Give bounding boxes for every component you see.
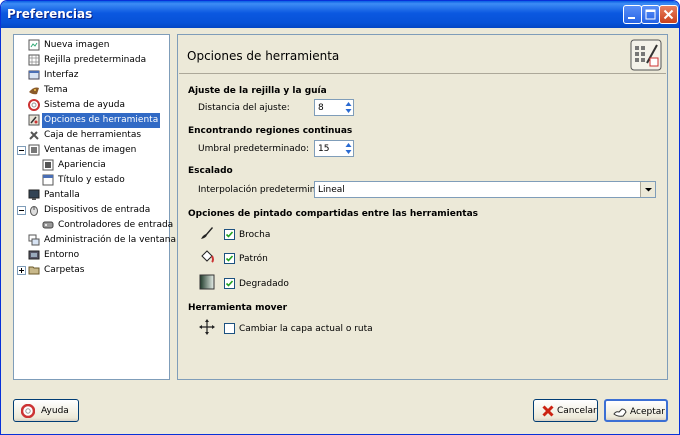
tree-item-label: Sistema de ayuda <box>44 100 125 110</box>
close-icon <box>663 9 674 20</box>
help-button[interactable]: Ayuda <box>13 399 79 422</box>
help-button-label: Ayuda <box>41 406 69 416</box>
threshold-spinner[interactable]: 15 <box>314 140 354 157</box>
spin-arrows-icon[interactable] <box>344 141 353 156</box>
check-icon <box>225 255 234 262</box>
close-button[interactable] <box>659 5 678 24</box>
accept-button-label: Aceptar <box>630 407 665 417</box>
tree-item-label: Nueva imagen <box>44 40 110 50</box>
tree-item-label: Caja de herramientas <box>44 130 142 140</box>
tree-item-label: Ventanas de imagen <box>44 145 137 155</box>
window-title: Preferencias <box>7 7 93 21</box>
cancel-button-label: Cancelar <box>557 406 597 416</box>
spin-arrows-icon[interactable] <box>344 100 353 115</box>
check-icon <box>225 280 234 287</box>
move-section-title: Herramienta mover <box>188 303 288 313</box>
expander-carpetas[interactable] <box>17 266 26 275</box>
display-icon <box>28 189 40 200</box>
brush-label: Brocha <box>239 230 271 240</box>
gradient-icon <box>199 274 215 290</box>
tree-item-label: Controladores de entrada <box>58 220 174 230</box>
pattern-label: Patrón <box>239 254 268 264</box>
tree-item-label: Dispositivos de entrada <box>44 205 151 215</box>
gradient-checkbox[interactable] <box>224 278 235 289</box>
toolbox-icon <box>29 131 39 140</box>
interface-icon <box>28 70 40 80</box>
appearance-icon <box>42 159 54 171</box>
minimize-icon <box>628 17 635 19</box>
move-icon <box>199 319 215 335</box>
tree-item-label: Administración de la ventana <box>44 235 176 245</box>
snap-distance-label: Distancia del ajuste: <box>198 103 290 113</box>
snap-distance-spinner[interactable]: 8 <box>314 99 354 116</box>
input-devices-icon <box>30 206 38 216</box>
tool-options-icon <box>28 114 40 126</box>
tree-item-label: Interfaz <box>44 70 79 80</box>
brush-icon <box>201 227 213 239</box>
environment-icon <box>28 250 40 260</box>
expander-ventanas-imagen[interactable] <box>17 146 26 155</box>
page-title: Opciones de herramienta <box>187 49 340 63</box>
threshold-label: Umbral predeterminado: <box>198 144 309 154</box>
cancel-button[interactable]: Cancelar <box>533 399 598 422</box>
scaling-section-title: Escalado <box>188 166 233 176</box>
input-controllers-icon <box>42 221 54 229</box>
tool-options-icon <box>630 39 662 71</box>
help-system-icon <box>28 99 40 111</box>
dropdown-button[interactable] <box>640 182 655 197</box>
maximize-button[interactable] <box>641 5 660 24</box>
check-icon <box>225 231 234 238</box>
threshold-value: 15 <box>318 144 330 154</box>
maximize-icon <box>645 9 656 20</box>
tree-item-label: Tema <box>44 85 68 95</box>
window-management-icon <box>28 234 40 246</box>
folders-icon <box>28 266 40 275</box>
tree-item-label: Opciones de herramienta <box>42 113 161 128</box>
theme-icon <box>29 87 39 95</box>
expander-dispositivos[interactable] <box>17 206 26 215</box>
panel-header: Opciones de herramienta <box>179 36 666 74</box>
tree-item-label: Carpetas <box>44 265 85 275</box>
paint-section-title: Opciones de pintado compartidas entre la… <box>188 209 478 219</box>
tree-item-label: Título y estado <box>58 175 125 185</box>
chevron-down-icon <box>645 188 652 192</box>
new-image-icon <box>28 39 40 51</box>
pattern-bucket-icon <box>201 250 214 263</box>
help-icon <box>21 404 35 418</box>
grid-icon <box>28 54 40 66</box>
tree-item-label: Pantalla <box>44 190 80 200</box>
interpolation-select[interactable]: Lineal <box>314 181 656 198</box>
title-status-icon <box>42 174 54 186</box>
grid-section-title: Ajuste de la rejilla y la guía <box>188 86 327 96</box>
brush-checkbox[interactable] <box>224 229 235 240</box>
regions-section-title: Encontrando regiones continuas <box>188 126 353 136</box>
minimize-button[interactable] <box>623 5 642 24</box>
interpolation-value: Lineal <box>318 185 345 195</box>
change-layer-checkbox[interactable] <box>224 323 235 334</box>
snap-distance-value: 8 <box>318 103 324 113</box>
accept-icon <box>613 408 627 417</box>
category-tree[interactable]: Nueva imagen Rejilla predeterminada Inte… <box>13 34 176 380</box>
gradient-label: Degradado <box>239 279 289 289</box>
tree-item-label: Apariencia <box>58 160 106 170</box>
cancel-icon <box>542 405 554 417</box>
image-windows-icon <box>28 144 40 156</box>
pattern-checkbox[interactable] <box>224 253 235 264</box>
preferences-window: Preferencias Nueva imagen Rejilla predet… <box>0 0 680 435</box>
tree-item-label: Rejilla predeterminada <box>44 55 147 65</box>
tree-item-label: Entorno <box>44 250 80 260</box>
accept-button[interactable]: Aceptar <box>604 399 668 422</box>
options-panel: Opciones de herramienta Ajuste de la rej… <box>177 34 668 380</box>
change-layer-label: Cambiar la capa actual o ruta <box>239 324 373 334</box>
title-bar[interactable]: Preferencias <box>1 1 679 28</box>
